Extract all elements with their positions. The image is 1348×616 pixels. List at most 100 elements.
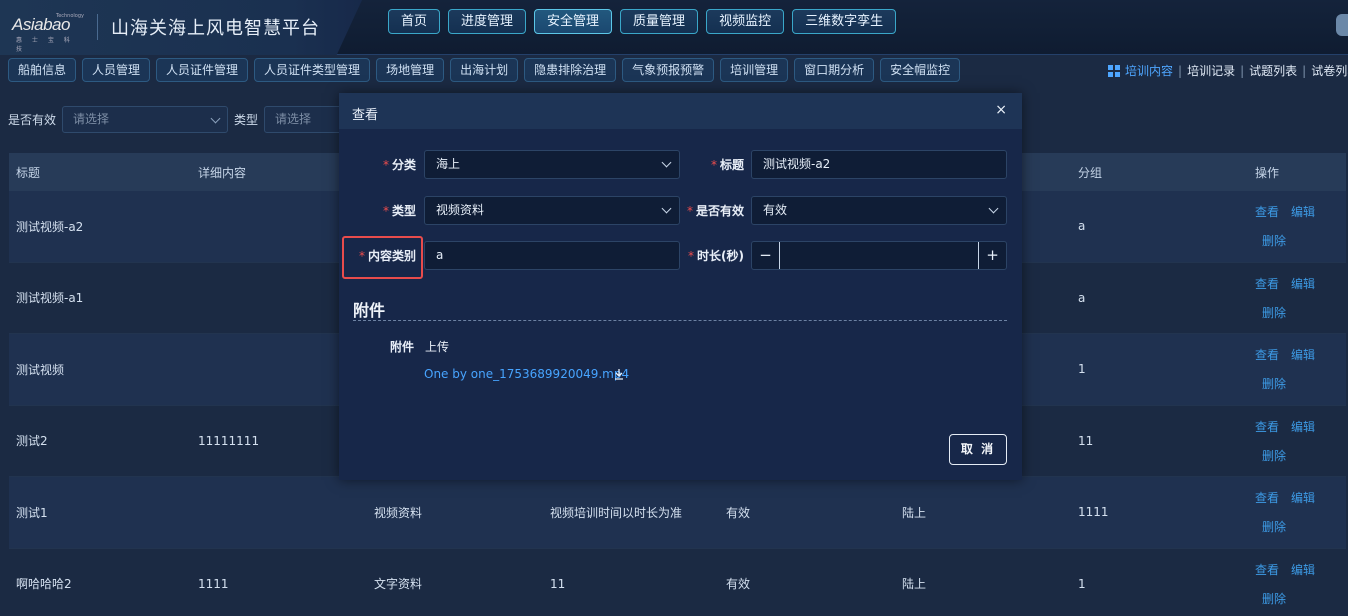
row-valid: 有效 <box>726 577 751 592</box>
sub-nav-helmet[interactable]: 安全帽监控 <box>880 58 961 82</box>
link-separator: | <box>1302 63 1307 78</box>
platform-title: 山海关海上风电智慧平台 <box>111 18 320 39</box>
app-header: Technology Asiabao 惠 士 宝 科 技 山海关海上风电智慧平台… <box>0 0 1348 55</box>
title-field[interactable]: 测试视频-a2 <box>751 150 1007 179</box>
top-nav-video[interactable]: 视频监控 <box>706 9 785 34</box>
top-nav-progress[interactable]: 进度管理 <box>448 9 527 34</box>
attachment-file-link[interactable]: One by one_1753689920049.mp4 <box>424 367 629 381</box>
row-place: 陆上 <box>902 577 927 592</box>
cancel-button[interactable]: 取 消 <box>949 434 1007 465</box>
valid-value: 有效 <box>763 203 788 217</box>
sub-nav-window-analysis[interactable]: 窗口期分析 <box>794 58 875 82</box>
edit-button[interactable]: 编辑 <box>1291 561 1315 578</box>
edit-button[interactable]: 编辑 <box>1291 203 1315 220</box>
sub-nav-ships[interactable]: 船舶信息 <box>8 58 77 82</box>
sub-nav-certificates[interactable]: 人员证件管理 <box>156 58 249 82</box>
row-actions: 查看 编辑 删除 <box>1255 561 1315 607</box>
row-title: 测试2 <box>16 434 48 449</box>
header-ops: 操作 <box>1255 165 1280 180</box>
training-links: 培训内容 | 培训记录 | 试题列表 | 试卷列表 <box>1108 62 1348 79</box>
header-title: 标题 <box>16 165 41 180</box>
required-mark: * <box>382 204 389 218</box>
delete-button[interactable]: 删除 <box>1262 306 1286 320</box>
filter-type-placeholder: 请选择 <box>275 112 312 126</box>
filter-valid-select[interactable]: 请选择 <box>62 106 229 133</box>
download-icon[interactable] <box>614 368 624 380</box>
company-logo: Technology Asiabao 惠 士 宝 科 技 <box>12 13 84 53</box>
view-button[interactable]: 查看 <box>1255 561 1279 578</box>
title-value: 测试视频-a2 <box>763 157 831 171</box>
delete-button[interactable]: 删除 <box>1262 520 1286 534</box>
row-group: 11 <box>1078 433 1094 448</box>
sub-nav-hazards[interactable]: 隐患排除治理 <box>524 58 617 82</box>
upload-link[interactable]: 上传 <box>425 338 449 355</box>
required-mark: * <box>688 249 695 263</box>
row-title: 测试视频 <box>16 362 65 377</box>
delete-button[interactable]: 删除 <box>1262 377 1286 391</box>
duration-stepper[interactable]: − + <box>751 241 1007 270</box>
attachment-label: 附件 <box>390 340 415 354</box>
category-label: * 分类 <box>380 156 416 173</box>
sub-nav-sea-plan[interactable]: 出海计划 <box>450 58 519 82</box>
required-mark: * <box>382 158 389 172</box>
link-paper-list[interactable]: 试卷列表 <box>1311 62 1348 79</box>
valid-label: * 是否有效 <box>684 202 744 219</box>
content-type-value: a <box>436 248 444 262</box>
view-button[interactable]: 查看 <box>1255 489 1279 506</box>
brand-divider <box>97 14 98 40</box>
row-title: 啊哈哈哈2 <box>16 577 72 592</box>
sub-nav-personnel[interactable]: 人员管理 <box>82 58 151 82</box>
top-nav: 首页 进度管理 安全管理 质量管理 视频监控 三维数字孪生 <box>388 9 897 34</box>
row-title: 测试1 <box>16 505 48 520</box>
user-icon[interactable] <box>1336 14 1348 36</box>
sub-nav: 船舶信息 人员管理 人员证件管理 人员证件类型管理 场地管理 出海计划 隐患排除… <box>8 58 961 82</box>
delete-button[interactable]: 删除 <box>1262 592 1286 606</box>
view-button[interactable]: 查看 <box>1255 418 1279 435</box>
top-nav-home[interactable]: 首页 <box>388 9 441 34</box>
content-type-label: * 内容类别 <box>355 247 416 264</box>
top-nav-safety[interactable]: 安全管理 <box>534 9 613 34</box>
minus-icon[interactable]: − <box>752 242 780 269</box>
row-title: 测试视频-a1 <box>16 291 84 306</box>
edit-button[interactable]: 编辑 <box>1291 275 1315 292</box>
view-button[interactable]: 查看 <box>1255 346 1279 363</box>
row-detail: 11111111 <box>198 433 260 448</box>
row-type: 文字资料 <box>374 577 423 592</box>
type-label: * 类型 <box>380 202 416 219</box>
chevron-down-icon <box>661 157 672 168</box>
edit-button[interactable]: 编辑 <box>1291 418 1315 435</box>
top-nav-quality[interactable]: 质量管理 <box>620 9 699 34</box>
category-select[interactable]: 海上 <box>424 150 680 179</box>
logo-wordmark: Asiabao <box>12 15 70 34</box>
dialog-title: 查看 <box>352 108 379 123</box>
top-nav-digital-twin[interactable]: 三维数字孪生 <box>792 9 897 34</box>
link-training-content[interactable]: 培训内容 <box>1125 62 1173 79</box>
close-icon[interactable]: × <box>995 102 1007 118</box>
valid-select[interactable]: 有效 <box>751 196 1007 225</box>
link-training-records[interactable]: 培训记录 <box>1187 62 1235 79</box>
sub-nav-training[interactable]: 培训管理 <box>720 58 789 82</box>
delete-button[interactable]: 删除 <box>1262 234 1286 248</box>
view-button[interactable]: 查看 <box>1255 203 1279 220</box>
sub-nav-weather[interactable]: 气象预报预警 <box>622 58 715 82</box>
sub-nav-sites[interactable]: 场地管理 <box>376 58 445 82</box>
view-button[interactable]: 查看 <box>1255 275 1279 292</box>
row-type: 视频资料 <box>374 505 423 520</box>
sub-nav-certificate-types[interactable]: 人员证件类型管理 <box>254 58 371 82</box>
link-question-list[interactable]: 试题列表 <box>1249 62 1297 79</box>
edit-button[interactable]: 编辑 <box>1291 489 1315 506</box>
link-separator: | <box>1240 63 1245 78</box>
title-label-text: 标题 <box>719 158 744 172</box>
type-select[interactable]: 视频资料 <box>424 196 680 225</box>
required-mark: * <box>358 249 365 263</box>
plus-icon[interactable]: + <box>978 242 1006 269</box>
content-type-field[interactable]: a <box>424 241 680 270</box>
filter-valid-label: 是否有效 <box>8 113 57 127</box>
header-group: 分组 <box>1078 165 1103 180</box>
row-note: 视频培训时间以时长为准 <box>550 505 683 520</box>
edit-button[interactable]: 编辑 <box>1291 346 1315 363</box>
logo-subtext: 惠 士 宝 科 技 <box>16 37 74 53</box>
delete-button[interactable]: 删除 <box>1262 449 1286 463</box>
chevron-down-icon <box>661 203 672 214</box>
row-group: 1111 <box>1078 505 1109 520</box>
